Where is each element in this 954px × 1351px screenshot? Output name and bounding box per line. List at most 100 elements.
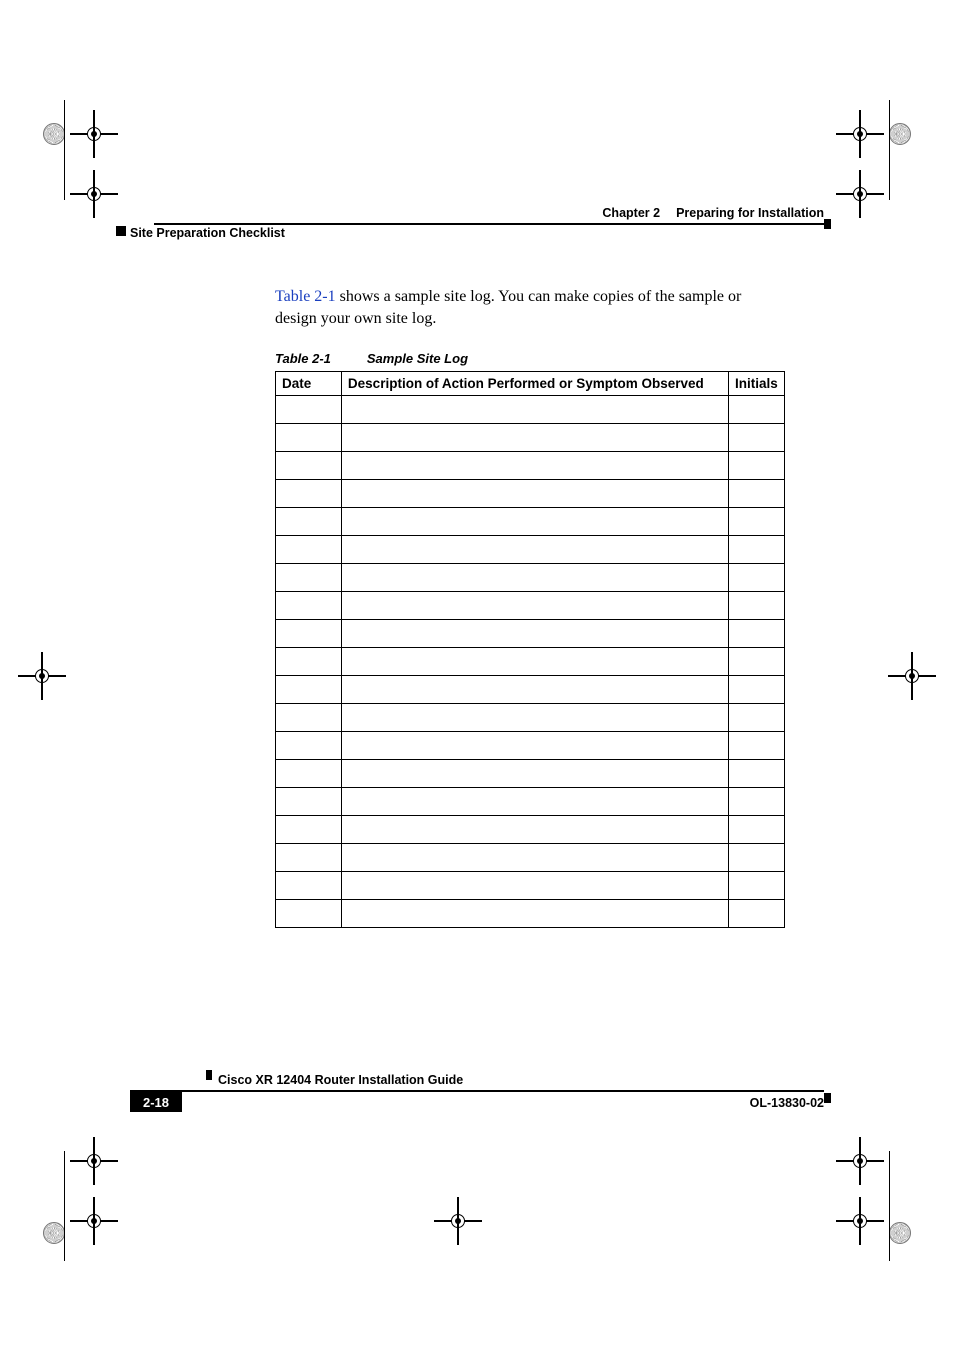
printers-mark-icon (36, 116, 72, 152)
registration-mark-icon (70, 1197, 118, 1245)
table-cell (341, 844, 728, 872)
table-cell (341, 452, 728, 480)
document-number: OL-13830-02 (750, 1096, 824, 1110)
table-cell (341, 508, 728, 536)
page-number: 2-18 (130, 1092, 182, 1112)
table-cell (341, 816, 728, 844)
crop-line (64, 100, 65, 200)
registration-mark-icon (836, 170, 884, 218)
registration-mark-icon (836, 1197, 884, 1245)
table-row (276, 676, 785, 704)
table-cell (276, 620, 342, 648)
section-marker-icon (116, 226, 126, 236)
footer-rule (130, 1090, 824, 1092)
table-cell (341, 788, 728, 816)
table-cell (728, 676, 784, 704)
table-cell (728, 648, 784, 676)
table-cell (341, 760, 728, 788)
table-cell (276, 592, 342, 620)
table-cell (728, 788, 784, 816)
table-cell (728, 396, 784, 424)
table-cell (728, 592, 784, 620)
table-cell (276, 816, 342, 844)
table-cell (341, 620, 728, 648)
table-cell (341, 704, 728, 732)
table-row (276, 564, 785, 592)
table-row (276, 844, 785, 872)
table-cross-reference: Table 2-1 (275, 288, 336, 305)
crop-line (889, 100, 890, 200)
table-row (276, 620, 785, 648)
table-row (276, 648, 785, 676)
table-cell (728, 536, 784, 564)
table-cell (276, 424, 342, 452)
table-row (276, 396, 785, 424)
table-row (276, 872, 785, 900)
table-cell (728, 480, 784, 508)
table-header-row: Date Description of Action Performed or … (276, 372, 785, 396)
table-caption: Table 2-1Sample Site Log (275, 351, 468, 366)
registration-mark-icon (18, 652, 66, 700)
printers-mark-icon (882, 1215, 918, 1251)
table-cell (341, 592, 728, 620)
table-cell (276, 536, 342, 564)
table-cell (728, 564, 784, 592)
table-cell (276, 452, 342, 480)
registration-mark-icon (836, 1137, 884, 1185)
table-cell (728, 760, 784, 788)
table-row (276, 536, 785, 564)
table-cell (276, 564, 342, 592)
col-date: Date (276, 372, 342, 396)
table-cell (728, 704, 784, 732)
table-cell (276, 704, 342, 732)
table-cell (276, 760, 342, 788)
table-cell (341, 564, 728, 592)
footer-start-tab (206, 1070, 212, 1080)
table-row (276, 508, 785, 536)
table-cell (341, 536, 728, 564)
table-cell (341, 900, 728, 928)
chapter-heading: Chapter 2Preparing for Installation (602, 206, 824, 220)
table-cell (276, 844, 342, 872)
table-cell (276, 788, 342, 816)
site-log-table: Date Description of Action Performed or … (275, 371, 785, 928)
guide-title: Cisco XR 12404 Router Installation Guide (218, 1073, 463, 1087)
col-initials: Initials (728, 372, 784, 396)
table-cell (728, 508, 784, 536)
table-cell (276, 900, 342, 928)
paragraph-text: shows a sample site log. You can make co… (275, 288, 741, 327)
table-cell (341, 424, 728, 452)
table-cell (276, 396, 342, 424)
table-cell (276, 732, 342, 760)
table-row (276, 480, 785, 508)
header-rule (154, 223, 824, 225)
table-cell (728, 424, 784, 452)
registration-mark-icon (888, 652, 936, 700)
table-row (276, 424, 785, 452)
table-cell (276, 508, 342, 536)
table-row (276, 452, 785, 480)
table-cell (341, 480, 728, 508)
section-title: Site Preparation Checklist (130, 226, 285, 240)
table-row (276, 900, 785, 928)
printers-mark-icon (36, 1215, 72, 1251)
table-cell (728, 732, 784, 760)
table-cell (728, 452, 784, 480)
header-end-tab (824, 219, 831, 229)
table-row (276, 788, 785, 816)
table-row (276, 816, 785, 844)
footer-end-tab (824, 1093, 831, 1103)
printers-mark-icon (882, 116, 918, 152)
table-cell (341, 872, 728, 900)
registration-mark-icon (70, 170, 118, 218)
chapter-title: Preparing for Installation (676, 206, 824, 220)
table-cell (728, 620, 784, 648)
table-row (276, 760, 785, 788)
table-cell (276, 480, 342, 508)
table-row (276, 732, 785, 760)
registration-mark-icon (836, 110, 884, 158)
table-cell (276, 648, 342, 676)
body-paragraph: Table 2-1 shows a sample site log. You c… (275, 286, 785, 329)
table-cell (276, 676, 342, 704)
col-description: Description of Action Performed or Sympt… (341, 372, 728, 396)
